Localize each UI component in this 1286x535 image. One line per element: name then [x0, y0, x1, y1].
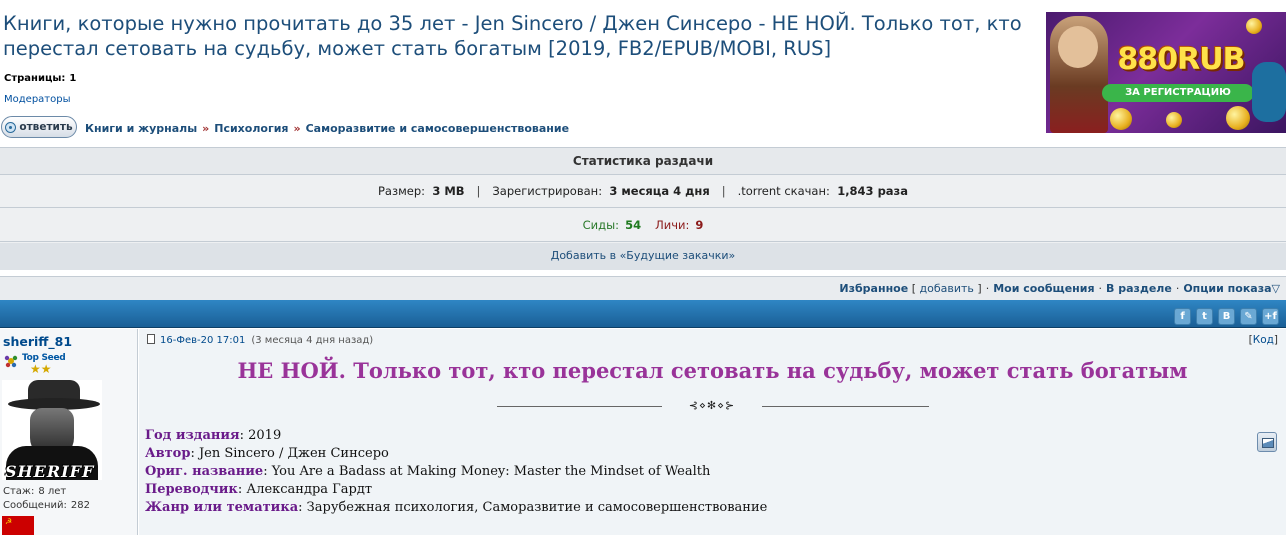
- page-number[interactable]: 1: [69, 73, 76, 84]
- field-genre: Жанр или тематика: Зарубежная психология…: [145, 500, 768, 515]
- image-toggle-icon[interactable]: [1257, 432, 1277, 452]
- topic-title[interactable]: Книги, которые нужно прочитать до 35 лет…: [3, 11, 1038, 61]
- size-value: 3 MB: [432, 184, 465, 198]
- bracket: ]: [977, 282, 982, 295]
- field-original-title: Ориг. название: You Are a Badass at Maki…: [145, 464, 711, 479]
- code-button[interactable]: Код: [1253, 334, 1274, 346]
- post-permalink-icon[interactable]: [147, 334, 155, 344]
- field-year: Год издания: 2019: [145, 428, 282, 443]
- pages-label: Страницы:: [4, 73, 66, 84]
- author-messages: Сообщений: 282: [3, 500, 90, 511]
- field-label: Автор: [145, 446, 191, 461]
- coin-icon: [1246, 18, 1262, 34]
- links-separator: ·: [1175, 282, 1180, 295]
- field-value: 2019: [248, 428, 282, 443]
- coin-icon: [1110, 108, 1132, 130]
- messages-label: Сообщений:: [3, 500, 67, 511]
- post-age: (3 месяца 4 дня назад): [251, 335, 374, 346]
- field-label: Жанр или тематика: [145, 500, 299, 515]
- banner-logo: 880RUB: [1117, 42, 1246, 77]
- in-section-link[interactable]: В разделе: [1106, 282, 1172, 295]
- field-value: You Are a Badass at Making Money: Master…: [271, 464, 711, 479]
- author-experience: Стаж: 8 лет: [3, 486, 66, 497]
- peers-info: Сиды: 54 Личи: 9: [0, 208, 1286, 242]
- breadcrumb-separator: »: [202, 122, 210, 135]
- breadcrumb: Книги и журналы » Психология » Саморазвитие …: [85, 122, 569, 135]
- links-separator: ·: [1098, 282, 1103, 295]
- seeds-value: 54: [625, 218, 642, 232]
- reply-button-label: ответить: [19, 121, 73, 133]
- moderators-link[interactable]: Модераторы: [4, 94, 70, 105]
- author-nick[interactable]: sheriff_81: [3, 334, 72, 349]
- stats-header: Статистика раздачи: [0, 148, 1286, 175]
- flag-emblem: ☭: [5, 517, 13, 526]
- downloaded-label: .torrent скачан:: [737, 184, 830, 198]
- stats-separator: |: [721, 184, 726, 198]
- facebook-share-icon[interactable]: f: [1174, 308, 1191, 325]
- favorites-label: Избранное: [839, 282, 909, 295]
- avatar: SHERIFF: [2, 380, 102, 480]
- show-options-link[interactable]: Опции показа: [1183, 282, 1271, 295]
- avatar-caption: SHERIFF: [5, 462, 95, 480]
- stats-info: Размер: 3 MB | Зарегистрирован: 3 месяца 4…: [0, 175, 1286, 208]
- ad-banner[interactable]: 880RUB ЗА РЕГИСТРАЦИЮ: [1046, 12, 1286, 133]
- twitter-share-icon[interactable]: t: [1196, 308, 1213, 325]
- my-messages-link[interactable]: Мои сообщения: [993, 282, 1094, 295]
- seeds-label: Сиды:: [582, 218, 620, 232]
- field-author: Автор: Jen Sincero / Джен Синсеро: [145, 446, 389, 461]
- post-date[interactable]: 16-Фев-20 17:01: [160, 335, 245, 346]
- reply-icon: [5, 121, 17, 133]
- bracket: [: [911, 282, 916, 295]
- breadcrumb-separator: »: [293, 122, 301, 135]
- code-bracket: ]: [1273, 334, 1278, 346]
- vk-share-icon[interactable]: B: [1218, 308, 1235, 325]
- size-label: Размер:: [377, 184, 425, 198]
- pages-indicator: Страницы: 1: [4, 73, 76, 84]
- code-link: [Код]: [1249, 334, 1278, 346]
- registered-label: Зарегистрирован:: [492, 184, 603, 198]
- registered-value: 3 месяца 4 дня: [609, 184, 710, 198]
- rank-stars-icon: ★★: [30, 362, 52, 376]
- leechers-label: Личи:: [655, 218, 690, 232]
- field-label: Ориг. название: [145, 464, 264, 479]
- share-more-icon[interactable]: +f: [1262, 308, 1279, 325]
- leechers-value: 9: [695, 218, 704, 232]
- divider-ornament-icon: ⊰⋄✻⋄⊱: [662, 398, 762, 414]
- coin-icon: [1166, 112, 1182, 128]
- livejournal-share-icon[interactable]: ✎: [1240, 308, 1257, 325]
- field-label: Год издания: [145, 428, 240, 443]
- country-flag-icon: ☭: [2, 516, 34, 535]
- field-label: Переводчик: [145, 482, 238, 497]
- banner-character-image: [1050, 16, 1108, 133]
- coin-icon: [1226, 106, 1250, 130]
- future-downloads-link[interactable]: Добавить в «Будущие закачки»: [0, 243, 1286, 270]
- post-title: НЕ НОЙ. Только тот, кто перестал сетоват…: [237, 358, 1188, 383]
- chevron-down-icon[interactable]: ▽: [1272, 282, 1280, 295]
- experience-label: Стаж:: [3, 486, 35, 497]
- experience-value: 8 лет: [38, 486, 67, 497]
- rank-icon: [4, 355, 18, 368]
- stats-separator: |: [476, 184, 481, 198]
- breadcrumb-self-development[interactable]: Саморазвитие и самосовершенствование: [306, 122, 569, 135]
- field-value: Jen Sincero / Джен Синсеро: [198, 446, 389, 461]
- torrent-stats: Статистика раздачи Размер: 3 MB | Зарегист…: [0, 147, 1286, 270]
- breadcrumb-psychology[interactable]: Психология: [214, 122, 288, 135]
- post-header-bar: [0, 300, 1286, 328]
- add-favorite-link[interactable]: добавить: [920, 282, 974, 295]
- field-translator: Переводчик: Александра Гардт: [145, 482, 373, 497]
- topic-links-bar: Избранное [ добавить ] · Мои сообщения · В р…: [0, 276, 1286, 300]
- field-value: Александра Гардт: [246, 482, 373, 497]
- field-value: Зарубежная психология, Саморазвитие и са…: [306, 500, 768, 515]
- banner-mascot-image: [1252, 62, 1286, 122]
- reply-button[interactable]: ответить: [1, 116, 77, 138]
- messages-value: 282: [70, 500, 90, 511]
- post-meta: 16-Фев-20 17:01 (3 месяца 4 дня назад): [147, 334, 373, 346]
- links-separator: ·: [985, 282, 990, 295]
- downloaded-value: 1,843 раза: [837, 184, 909, 198]
- breadcrumb-books[interactable]: Книги и журналы: [85, 122, 197, 135]
- banner-tagline: ЗА РЕГИСТРАЦИЮ: [1102, 84, 1254, 102]
